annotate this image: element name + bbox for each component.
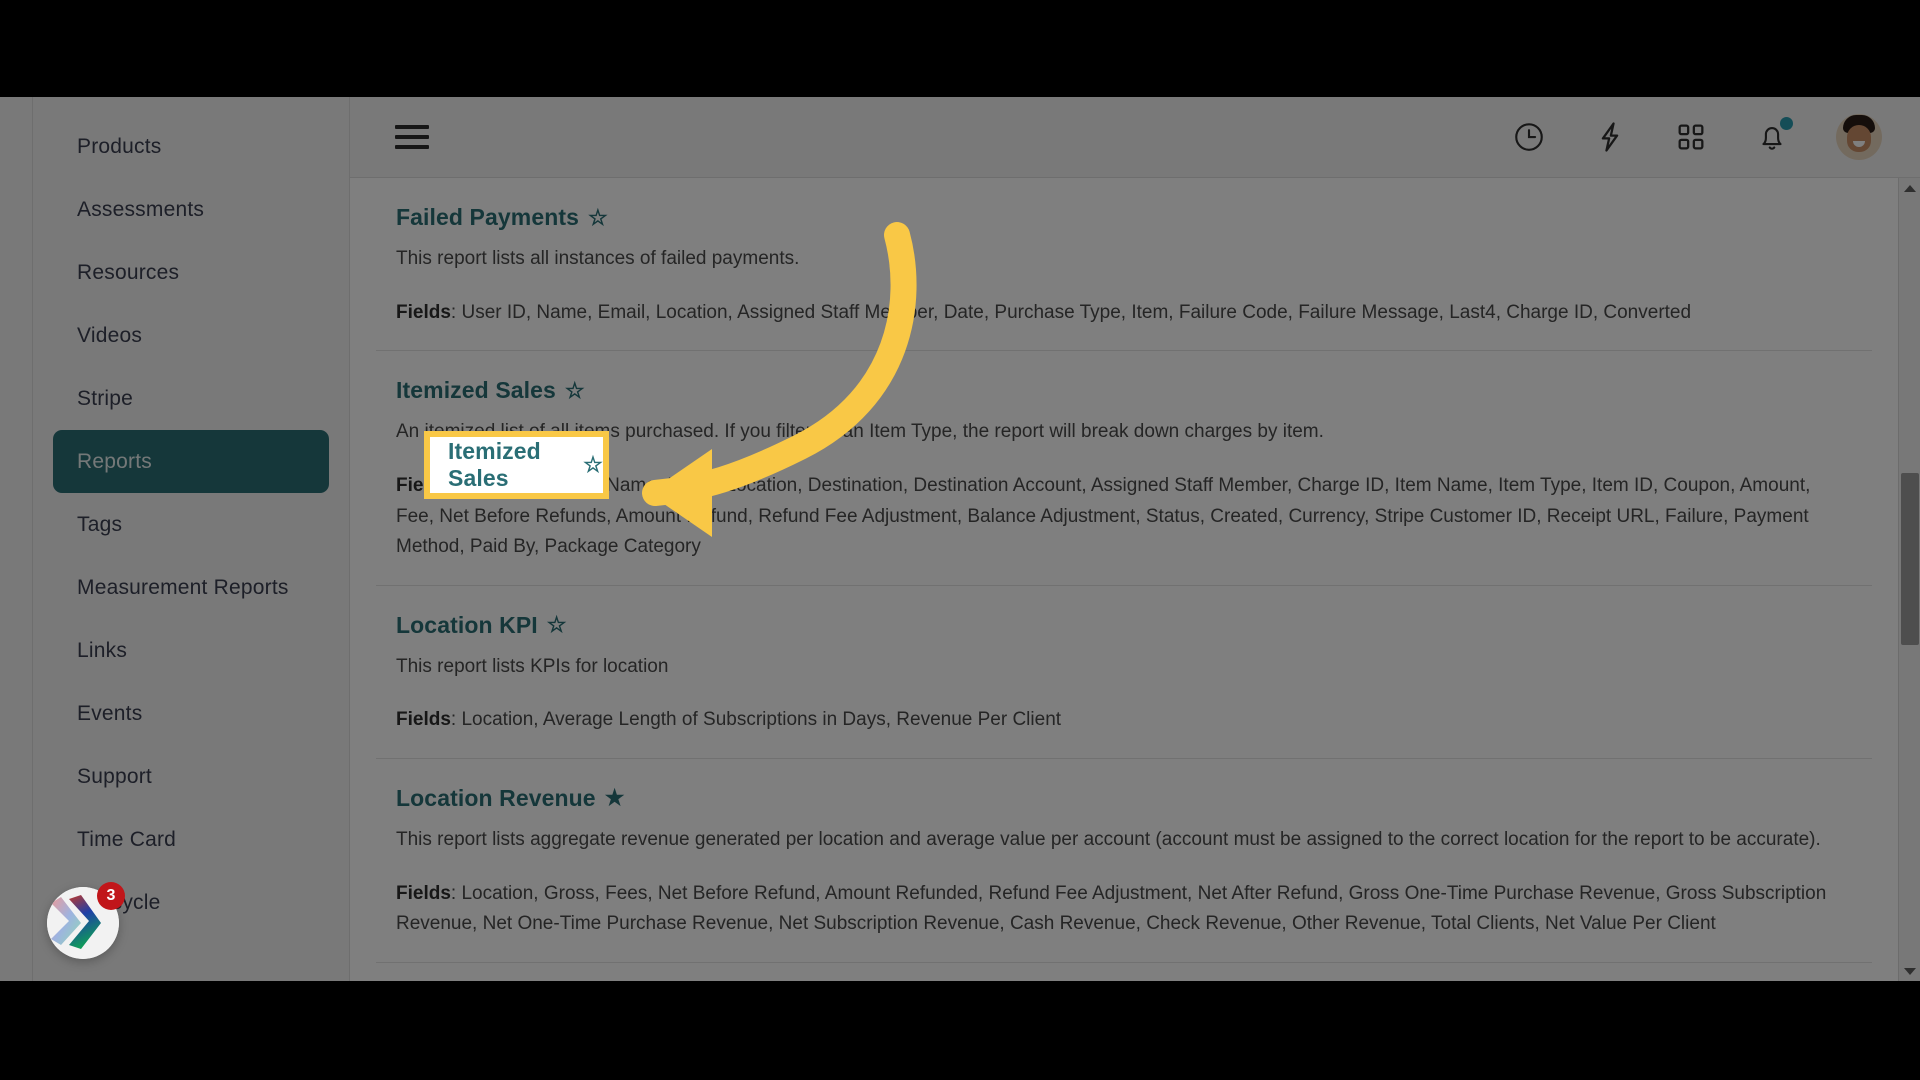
grid-icon[interactable] [1674,120,1708,154]
report-title-itemized-sales[interactable]: Itemized Sales ☆ [396,377,585,404]
sidebar-item-label: Links [77,638,128,662]
star-outline-icon[interactable]: ☆ [583,454,603,476]
fields-label: Fields [396,882,451,904]
report-title-text: Location Revenue [396,784,596,811]
star-outline-icon[interactable]: ☆ [547,614,567,636]
sidebar-item-videos[interactable]: Videos [53,304,329,367]
lightning-icon[interactable] [1593,120,1627,154]
report-fields: Fields: User ID, Name, Email, Location, … [396,298,1852,328]
report-title-text: Failed Payments [396,204,580,230]
sidebar-item-time-card[interactable]: Time Card [53,808,329,871]
fields-value: User ID, Name, Email, Location, Assigned… [461,301,1692,323]
sidebar-item-label: Products [77,134,162,158]
sidebar-item-label: Support [77,764,152,788]
sidebar-item-label: Time Card [77,827,177,851]
sidebar-item-label: Resources [77,260,180,284]
report-title-failed-payments[interactable]: Failed Payments ☆ [396,204,608,231]
chat-badge-count: 3 [97,882,125,910]
reports-list: Failed Payments ☆ This report lists all … [350,178,1920,981]
report-card: Payment Plan Revenue ☆ This report lists… [376,963,1872,981]
report-title-text: Itemized Sales [448,438,541,491]
avatar[interactable] [1836,114,1882,160]
sidebar-item-products[interactable]: Products [53,115,329,178]
sidebar-item-label: Assessments [77,197,205,221]
report-title-text: Location KPI [396,611,538,638]
hamburger-menu-icon[interactable] [395,119,429,155]
report-description: This report lists KPIs for location [396,655,669,677]
sidebar-item-resources[interactable]: Resources [53,241,329,304]
sidebar-item-label: Reports [77,449,152,473]
sidebar-item-reports[interactable]: Reports [53,430,329,493]
sidebar-item-label: Stripe [77,386,134,410]
fields-colon: : [450,301,462,323]
fields-colon: : [450,882,462,904]
sidebar-item-assessments[interactable]: Assessments [53,178,329,241]
help-chat-widget[interactable]: 3 [47,882,125,959]
fields-colon: : [450,709,462,731]
sidebar-item-label: Tags [77,512,123,536]
clock-icon[interactable] [1512,120,1546,154]
sidebar-item-support[interactable]: Support [53,745,329,808]
left-rail [0,97,33,981]
report-card: Failed Payments ☆ This report lists all … [376,178,1872,352]
report-title-location-revenue[interactable]: Location Revenue ★ [396,785,625,812]
fields-label: Fields [396,301,451,323]
highlighted-report-title[interactable]: Itemized Sales ☆ [448,438,603,492]
reports-list-inner: Failed Payments ☆ This report lists all … [350,178,1898,981]
report-description: This report lists aggregate revenue gene… [396,828,1821,850]
scrollbar-thumb[interactable] [1901,473,1919,645]
star-outline-icon[interactable]: ☆ [565,379,585,402]
report-card: Location Revenue ★ This report lists agg… [376,759,1872,963]
report-title-text: Itemized Sales [396,377,556,404]
sidebar-item-tags[interactable]: Tags [53,493,329,556]
report-fields: Fields: Location, Average Length of Subs… [396,705,1852,735]
report-title-location-kpi[interactable]: Location KPI ☆ [396,612,567,639]
report-fields: Fields: First Name, Last Name, Email, Lo… [396,471,1852,562]
report-fields: Fields: Location, Gross, Fees, Net Befor… [396,879,1852,940]
sidebar-item-label: Videos [77,323,143,347]
notification-dot [1780,117,1793,130]
bell-icon[interactable] [1755,117,1793,154]
star-outline-icon[interactable]: ☆ [588,206,608,229]
report-description: This report lists all instances of faile… [396,248,800,269]
app-window: Products Assessments Resources Videos St… [0,97,1920,981]
highlight-box-itemized-sales: Itemized Sales ☆ [424,431,609,499]
avatar-face [1847,125,1871,152]
sidebar-item-links[interactable]: Links [53,619,329,682]
sidebar: Products Assessments Resources Videos St… [33,97,350,981]
screenshot-stage: Products Assessments Resources Videos St… [0,0,1920,1080]
scroll-up-arrow-icon[interactable] [1899,178,1920,198]
sidebar-item-label: Events [77,701,143,725]
vertical-scrollbar[interactable] [1898,178,1920,981]
fields-value: Location, Gross, Fees, Net Before Refund… [396,882,1827,935]
sidebar-item-label: Measurement Reports [77,575,289,599]
sidebar-item-stripe[interactable]: Stripe [53,367,329,430]
sidebar-item-events[interactable]: Events [53,682,329,745]
scroll-down-arrow-icon[interactable] [1899,961,1920,981]
top-icon-group [1512,114,1882,160]
star-filled-icon[interactable]: ★ [605,787,625,809]
report-card: Location KPI ☆ This report lists KPIs fo… [376,586,1872,759]
fields-value: Location, Average Length of Subscription… [461,709,1062,731]
top-bar [350,97,1920,178]
fields-label: Fields [396,709,451,731]
report-description: An itemized list of all items purchased.… [396,421,1324,443]
sidebar-item-measurement-reports[interactable]: Measurement Reports [53,556,329,619]
